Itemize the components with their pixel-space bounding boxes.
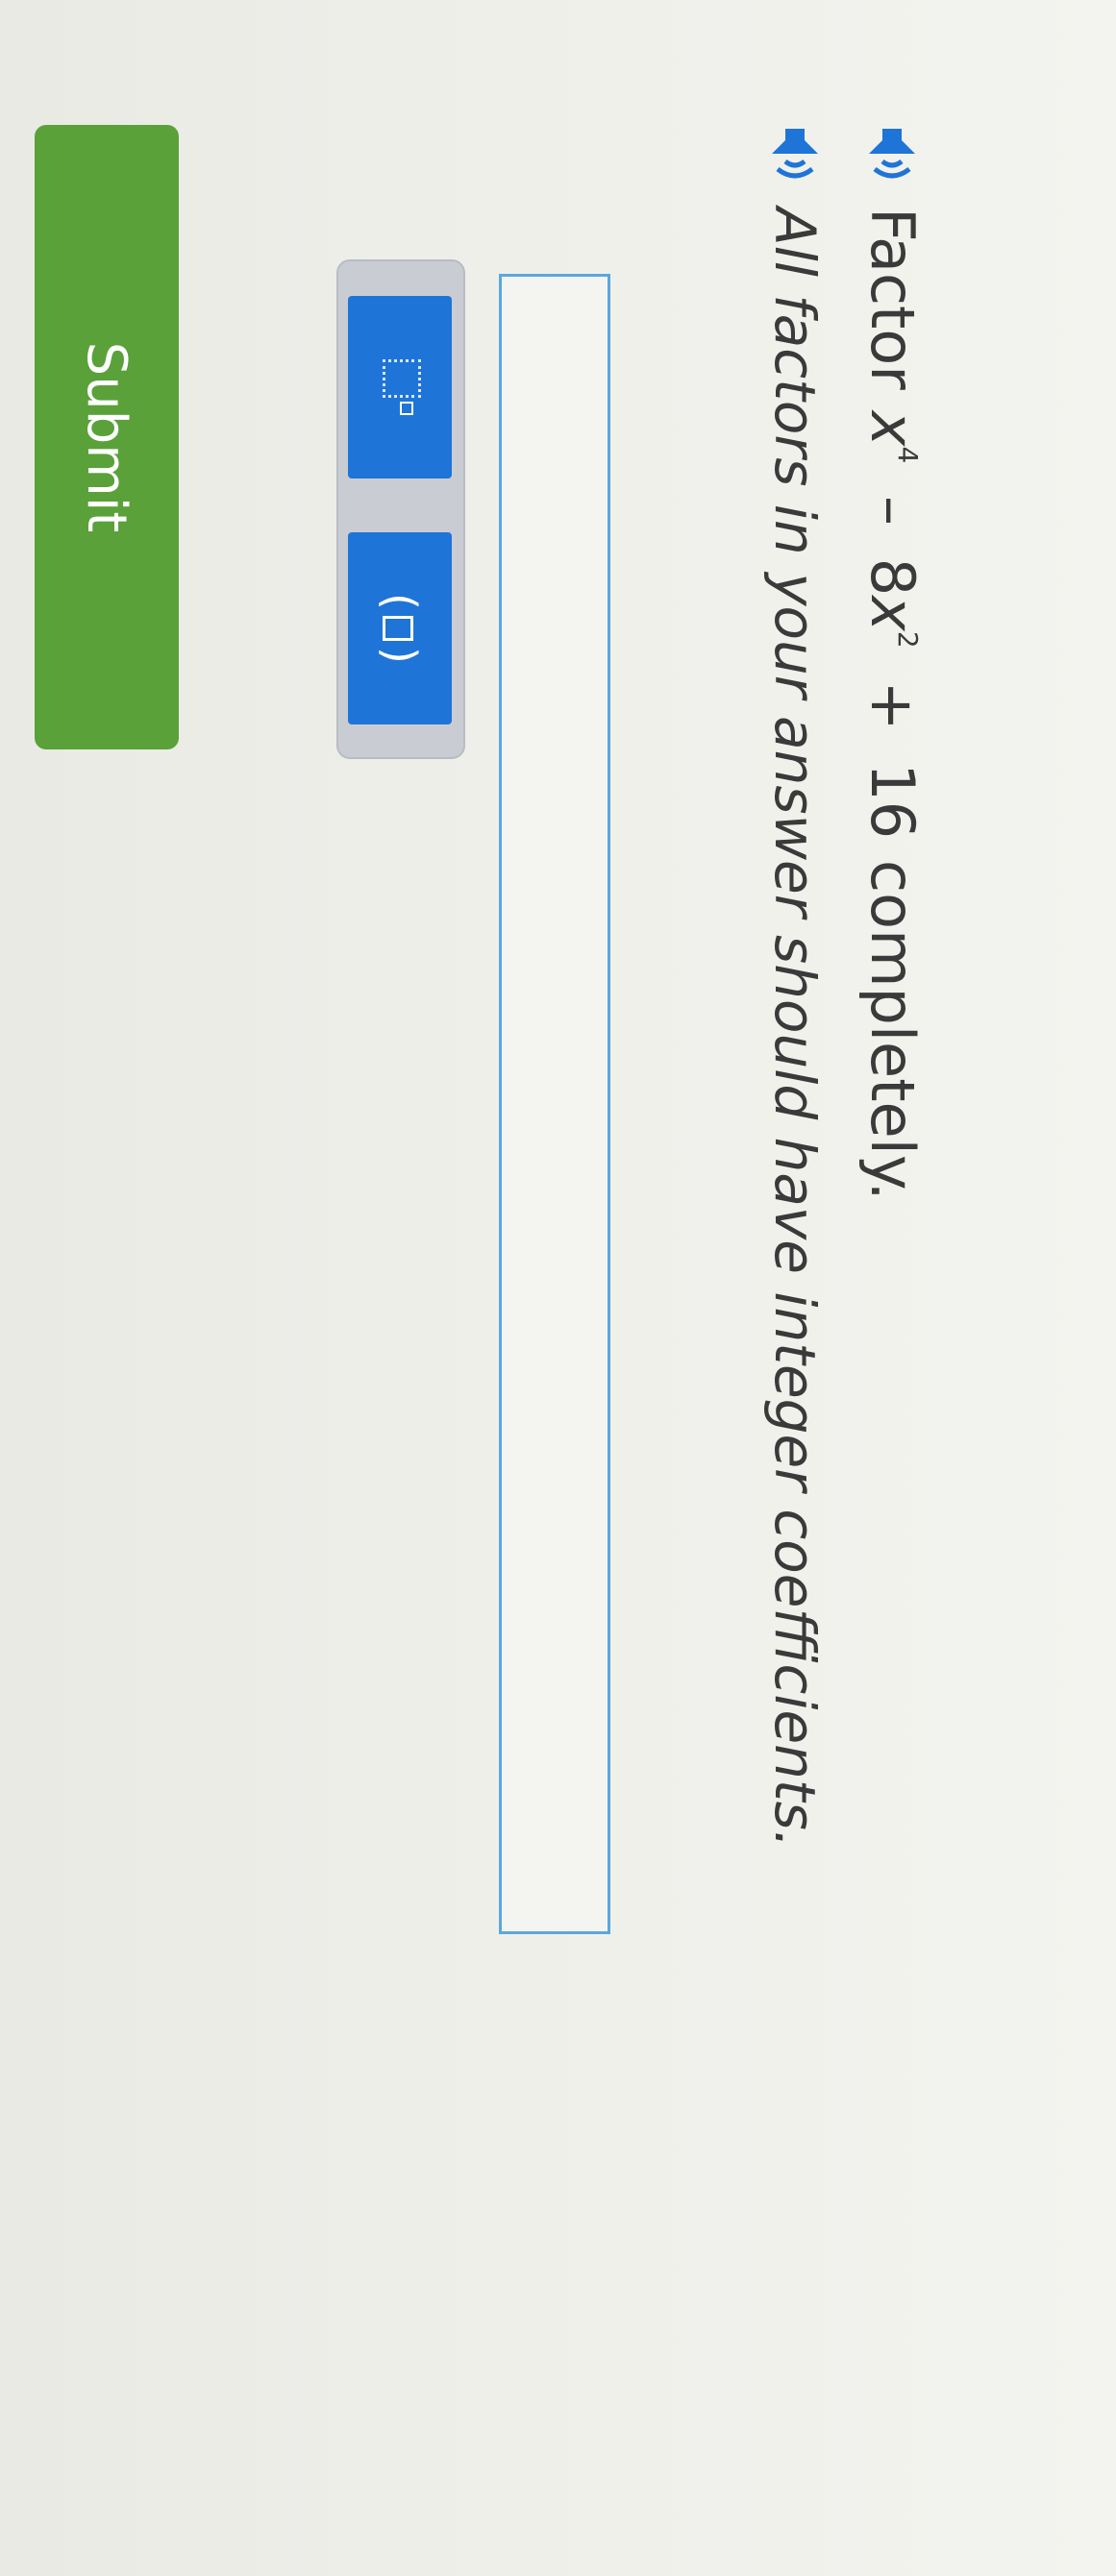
question-line: Factor x4 – 8x2 + 16 completely. bbox=[857, 125, 928, 1200]
answer-input[interactable] bbox=[499, 274, 610, 1934]
question-stage: Factor x4 – 8x2 + 16 completely. All fac… bbox=[0, 0, 1116, 2576]
question-suffix: completely. bbox=[857, 860, 928, 1201]
question-prefix: Factor bbox=[857, 208, 928, 390]
instruction-text: All factors in your answer should have i… bbox=[762, 208, 828, 1849]
term2-exponent: 2 bbox=[891, 630, 924, 649]
term2-variable: x bbox=[857, 596, 928, 631]
speaker-icon[interactable] bbox=[768, 125, 822, 184]
paren-open: ( bbox=[374, 593, 426, 610]
speaker-icon[interactable] bbox=[866, 125, 920, 184]
paren-close: ) bbox=[374, 647, 426, 664]
term1-variable: x bbox=[857, 410, 928, 447]
exponent-template-icon bbox=[379, 359, 421, 415]
constant-term: 16 bbox=[857, 763, 928, 840]
math-toolbar: ( ) bbox=[336, 259, 465, 759]
term2-coefficient: 8 bbox=[857, 557, 928, 597]
polynomial-expression: x4 – 8x2 + 16 bbox=[857, 411, 928, 839]
instruction-line: All factors in your answer should have i… bbox=[762, 125, 828, 1848]
operator-minus: – bbox=[857, 496, 928, 527]
submit-button[interactable]: Submit bbox=[35, 125, 179, 749]
operator-plus: + bbox=[857, 680, 928, 731]
term1-exponent: 4 bbox=[891, 446, 924, 464]
exponent-button[interactable] bbox=[348, 296, 452, 478]
parentheses-button[interactable]: ( ) bbox=[348, 532, 452, 724]
parentheses-template-icon: ( ) bbox=[374, 593, 426, 664]
